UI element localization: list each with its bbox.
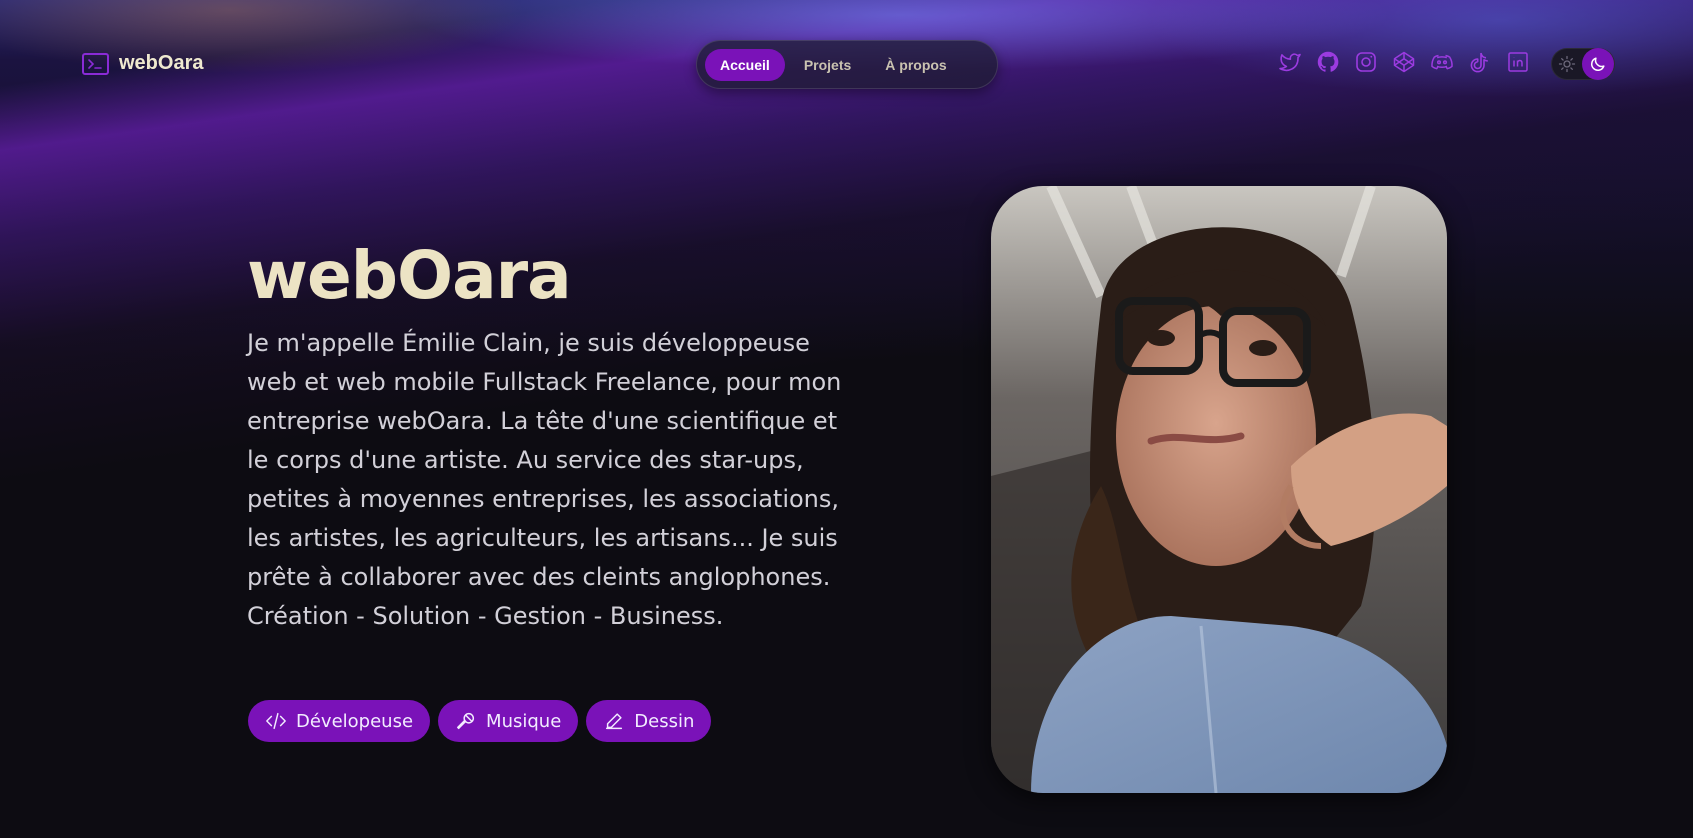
code-icon bbox=[266, 712, 286, 730]
skill-tags: Dévelopeuse Musique Dessin bbox=[248, 700, 712, 742]
tag-label: Musique bbox=[486, 710, 562, 732]
social-links bbox=[1278, 50, 1530, 74]
tag-developpeuse[interactable]: Dévelopeuse bbox=[248, 700, 431, 742]
terminal-icon bbox=[82, 52, 109, 75]
tag-label: Dessin bbox=[634, 710, 695, 732]
tag-musique[interactable]: Musique bbox=[438, 700, 579, 742]
tag-dessin[interactable]: Dessin bbox=[586, 700, 712, 742]
twitter-icon[interactable] bbox=[1278, 50, 1302, 74]
tag-label: Dévelopeuse bbox=[296, 710, 414, 732]
codepen-icon[interactable] bbox=[1392, 50, 1416, 74]
linkedin-icon[interactable] bbox=[1506, 50, 1530, 74]
nav-item-projets[interactable]: Projets bbox=[789, 49, 866, 81]
hero-title: webOara bbox=[247, 237, 572, 314]
profile-photo bbox=[991, 186, 1447, 793]
sun-icon bbox=[1558, 55, 1576, 73]
instagram-icon[interactable] bbox=[1354, 50, 1378, 74]
microphone-icon bbox=[457, 712, 475, 730]
discord-icon[interactable] bbox=[1430, 50, 1454, 74]
theme-toggle[interactable] bbox=[1551, 48, 1615, 80]
pencil-icon bbox=[606, 713, 623, 730]
github-icon[interactable] bbox=[1316, 50, 1340, 74]
nav-item-accueil[interactable]: Accueil bbox=[705, 48, 785, 81]
main-nav: Accueil Projets À propos bbox=[696, 40, 998, 89]
moon-icon bbox=[1582, 48, 1614, 80]
hero-description: Je m'appelle Émilie Clain, je suis dével… bbox=[247, 329, 842, 630]
brand-name: webOara bbox=[119, 52, 204, 74]
brand-logo[interactable]: webOara bbox=[82, 52, 203, 75]
tiktok-icon[interactable] bbox=[1468, 50, 1492, 74]
nav-item-a-propos[interactable]: À propos bbox=[870, 49, 961, 81]
